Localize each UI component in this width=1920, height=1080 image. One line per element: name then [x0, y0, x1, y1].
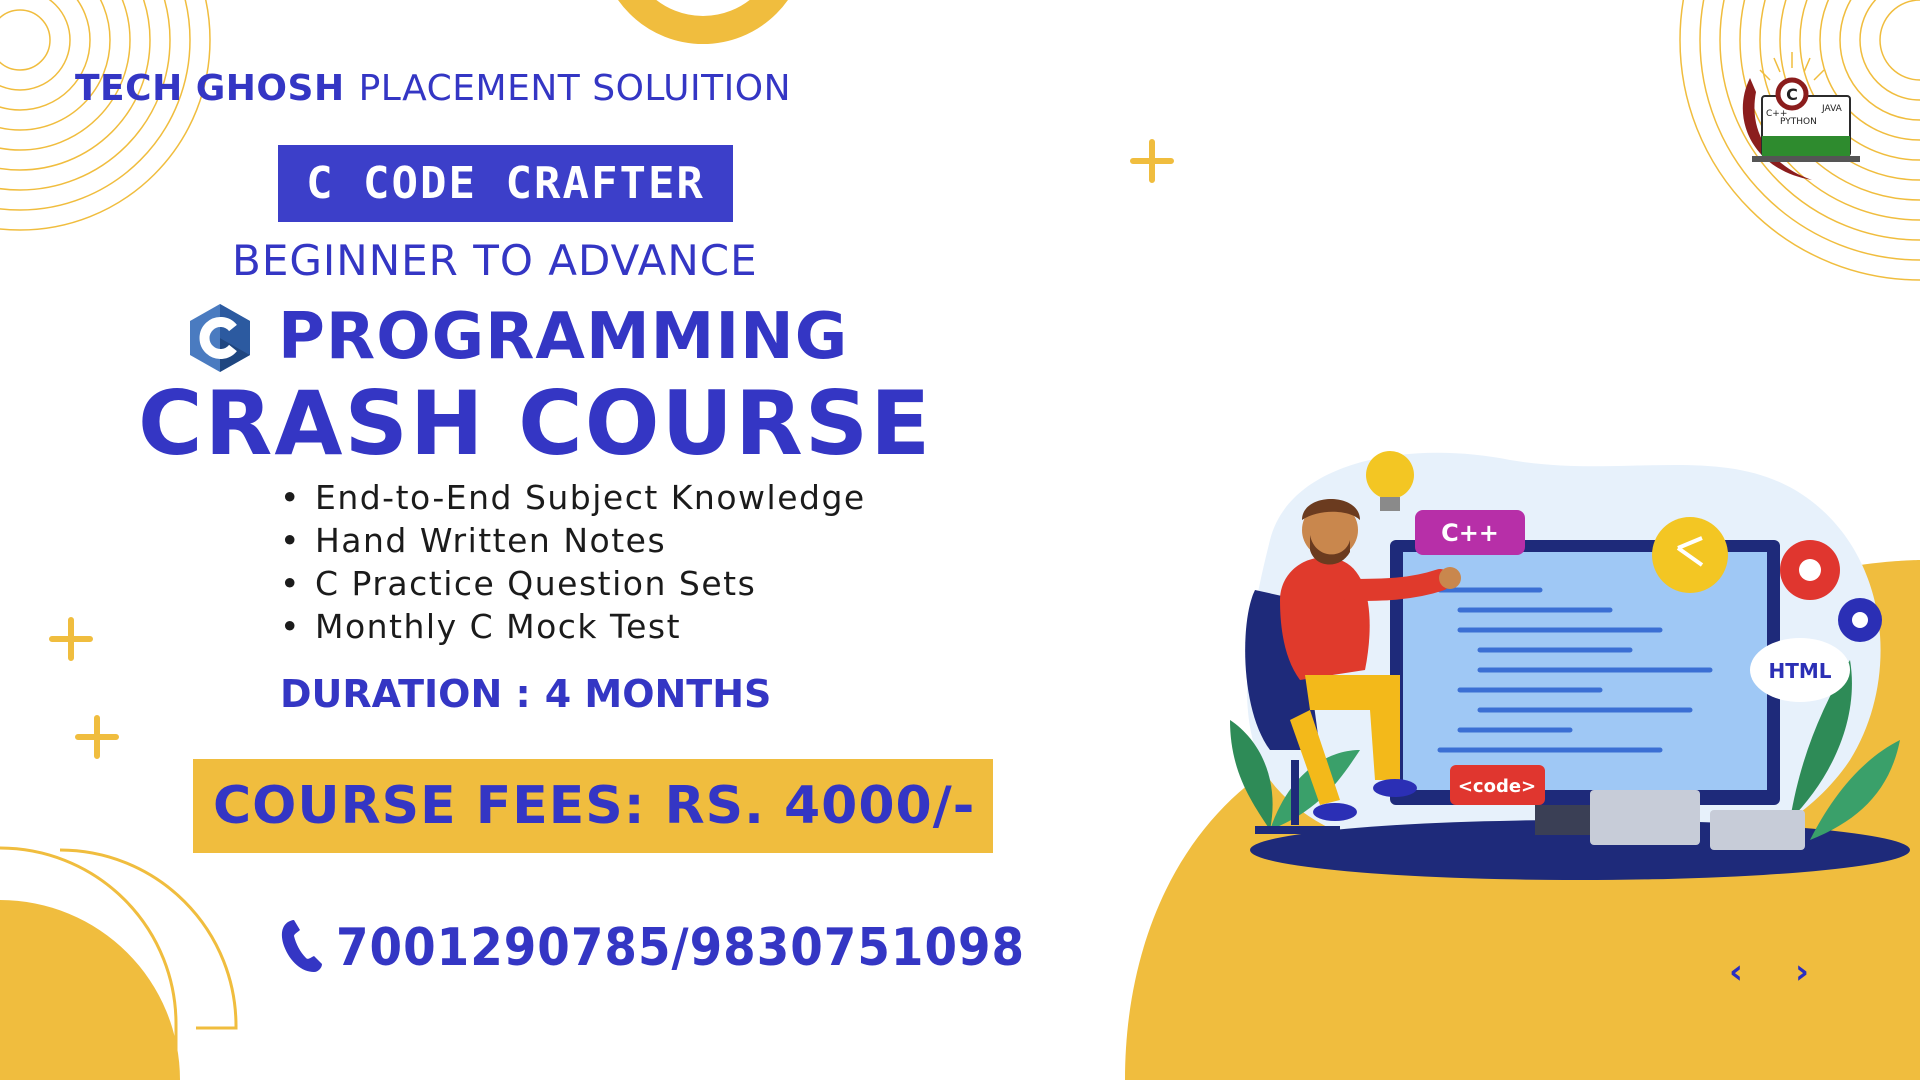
feature-item: C Practice Question Sets	[280, 562, 866, 605]
c-language-icon	[187, 302, 253, 374]
phone-number: 7001290785/9830751098	[336, 918, 1026, 978]
feature-item: Hand Written Notes	[280, 519, 866, 562]
duration-value: 4 MONTHS	[544, 672, 772, 716]
corner-arcs-top-left	[0, 0, 211, 231]
svg-text:JAVA: JAVA	[1821, 104, 1843, 114]
carousel-prev-button[interactable]: ‹	[1714, 950, 1758, 994]
svg-text:PYTHON: PYTHON	[1780, 117, 1817, 127]
course-duration: DURATION : 4 MONTHS	[280, 672, 771, 716]
svg-text:C++: C++	[1441, 519, 1499, 547]
duration-label: DURATION :	[280, 672, 531, 716]
feature-list: End-to-End Subject Knowledge Hand Writte…	[280, 476, 866, 648]
bottom-left-quarter-circle	[0, 900, 180, 1080]
brand-logo: C C++ JAVA PYTHON	[1722, 48, 1862, 183]
course-fees-text: COURSE FEES: RS. 4000/-	[213, 776, 976, 836]
svg-text:HTML: HTML	[1768, 659, 1831, 683]
course-type-title: CRASH COURSE	[138, 372, 933, 475]
carousel-next-button[interactable]: ›	[1780, 950, 1824, 994]
brand-header: TECH GHOSH PLACEMENT SOLUITION	[75, 68, 791, 109]
course-level: BEGINNER TO ADVANCE	[232, 236, 758, 285]
contact-phone[interactable]: 7001290785/9830751098	[280, 918, 1025, 978]
brand-name: TECH GHOSH	[75, 68, 345, 109]
phone-icon	[280, 918, 324, 978]
top-ring	[618, 0, 788, 44]
course-language-title: PROGRAMMING	[278, 300, 849, 374]
course-fees-banner: COURSE FEES: RS. 4000/-	[193, 759, 993, 853]
developer-illustration: C++ HTML <code>	[1210, 420, 1910, 900]
feature-item: Monthly C Mock Test	[280, 605, 866, 648]
feature-item: End-to-End Subject Knowledge	[280, 476, 866, 519]
svg-text:<code>: <code>	[1458, 776, 1536, 797]
course-badge: C CODE CRAFTER	[278, 145, 733, 222]
brand-tagline: PLACEMENT SOLUITION	[358, 68, 792, 109]
svg-text:C: C	[1786, 85, 1798, 104]
